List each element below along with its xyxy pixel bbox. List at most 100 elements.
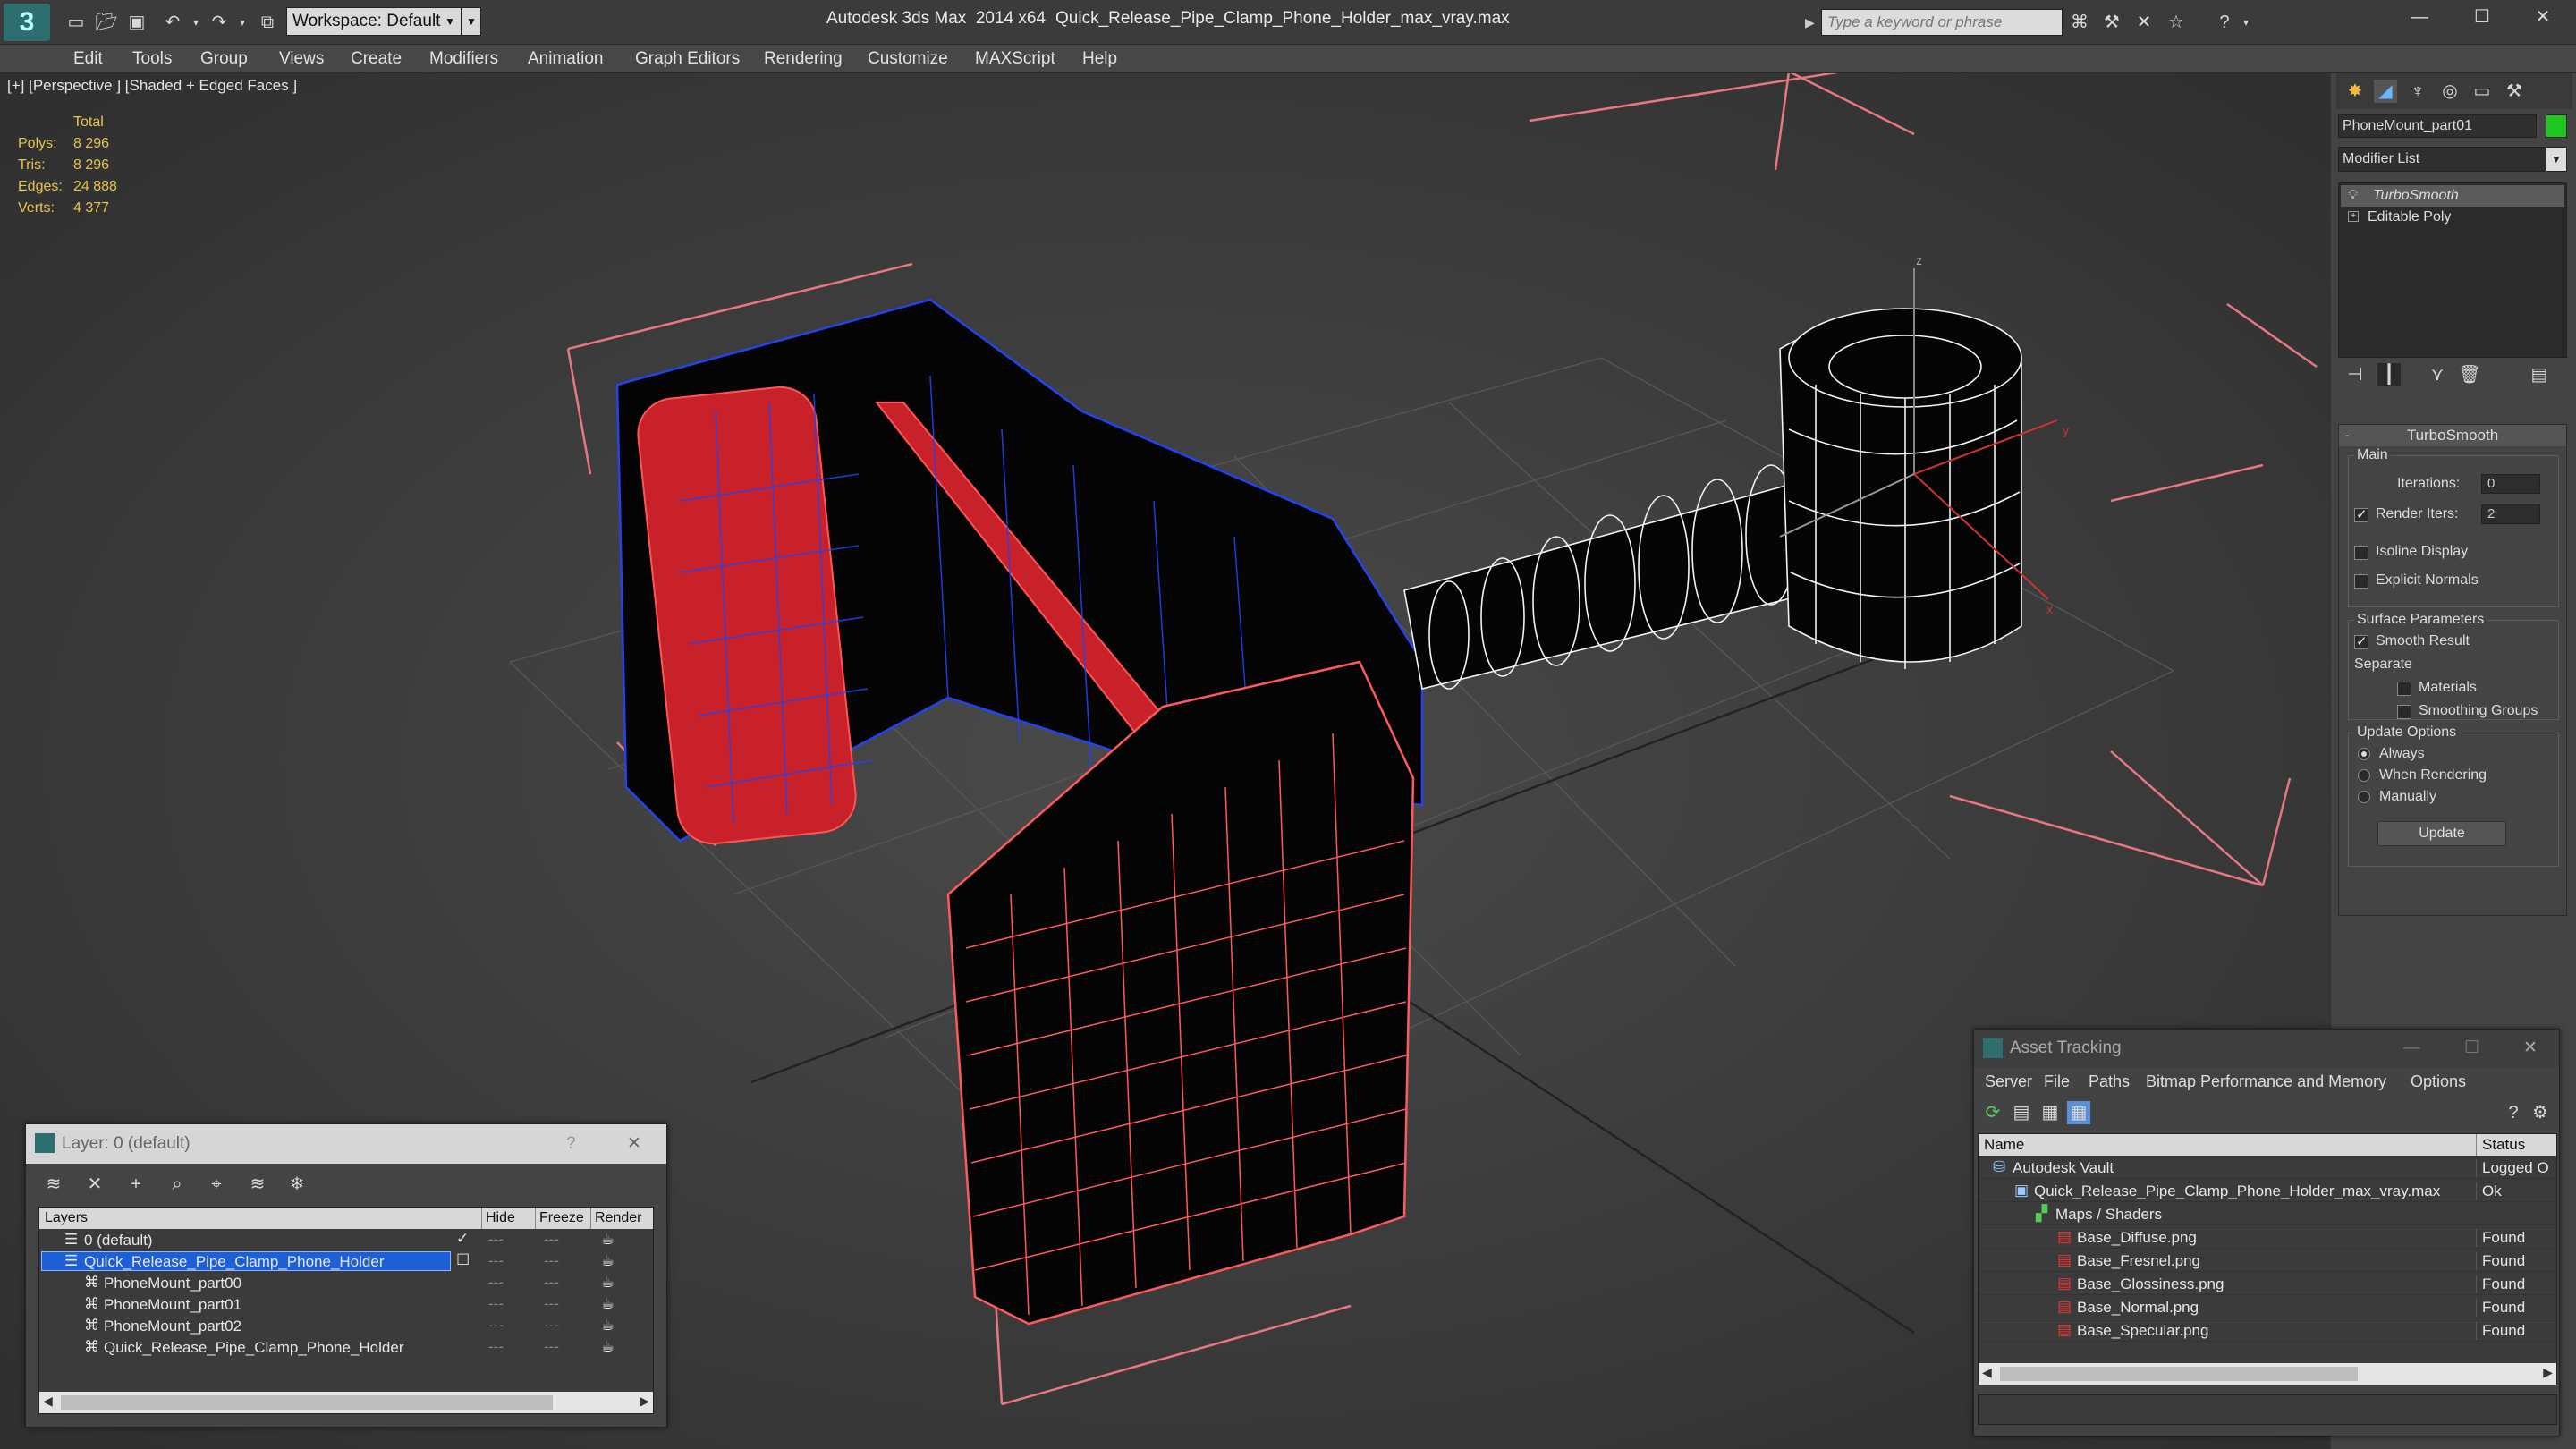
asset-tracking-titlebar[interactable]: Asset Tracking — ☐ ✕ [1974, 1030, 2559, 1067]
undo-icon[interactable]: ↶ [161, 11, 184, 34]
layer-row[interactable]: ⌘ PhoneMount_part02 --- --- ☕︎ [39, 1315, 653, 1336]
active-layer-check-icon[interactable]: ✓ [456, 1230, 469, 1248]
column-header-render[interactable]: Render [590, 1208, 653, 1229]
scroll-right-icon[interactable]: ▶ [640, 1394, 649, 1409]
asset-status-field[interactable] [1978, 1394, 2557, 1425]
delete-layer-icon[interactable]: ✕ [83, 1173, 106, 1196]
close-icon[interactable]: ✕ [2523, 1030, 2538, 1067]
rollout-header[interactable]: - TurboSmooth [2339, 425, 2566, 446]
render-teapot-icon[interactable]: ☕︎ [601, 1252, 614, 1270]
freeze-toggle[interactable]: --- [544, 1317, 559, 1335]
add-to-layer-icon[interactable]: + [124, 1173, 148, 1196]
hierarchy-tab-icon[interactable]: ♆ [2406, 80, 2429, 103]
project-folder-icon[interactable]: ⧉ [256, 11, 279, 34]
scroll-thumb[interactable] [2000, 1367, 2358, 1381]
select-objects-icon[interactable]: ⌕ [165, 1173, 189, 1196]
asset-row[interactable]: ▤ Base_Normal.png Found [1979, 1295, 2556, 1318]
asset-row[interactable]: ▤ Base_Glossiness.png Found [1979, 1272, 2556, 1295]
stack-item-turbosmooth[interactable]: 💡︎ TurboSmooth [2341, 185, 2564, 207]
highlight-layer-icon[interactable]: ⌖ [205, 1173, 228, 1196]
search-input[interactable] [1821, 9, 2063, 36]
layer-window-titlebar[interactable]: Layer: 0 (default) ? ✕ [26, 1124, 666, 1164]
scroll-right-icon[interactable]: ▶ [2543, 1365, 2553, 1380]
scroll-left-icon[interactable]: ◀ [43, 1394, 53, 1409]
menu-maxscript[interactable]: MAXScript [975, 45, 1055, 73]
layer-help-icon[interactable]: ? [566, 1124, 576, 1164]
hide-toggle[interactable]: --- [488, 1295, 504, 1313]
refresh-icon[interactable]: ⟳ [1981, 1101, 2004, 1124]
display-tab-icon[interactable]: ▭ [2470, 80, 2494, 103]
asset-help-icon[interactable]: ? [2502, 1101, 2525, 1124]
modifier-list-dropdown[interactable]: Modifier List ▼ [2338, 147, 2567, 172]
maximize-icon[interactable]: ☐ [2464, 1030, 2479, 1067]
render-teapot-icon[interactable]: ☕︎ [601, 1231, 614, 1249]
undo-dropdown-icon[interactable]: ▾ [184, 11, 208, 34]
viewport-label[interactable]: [+] [Perspective ] [Shaded + Edged Faces… [7, 77, 297, 95]
remove-modifier-icon[interactable]: 🗑︎ [2458, 363, 2481, 386]
help-dropdown-icon[interactable]: ▾ [2234, 11, 2258, 34]
configure-sets-icon[interactable]: ▤ [2528, 363, 2551, 386]
asset-menu-paths[interactable]: Paths [2089, 1069, 2130, 1094]
freeze-toggle[interactable]: --- [544, 1274, 559, 1292]
save-icon[interactable]: ▣ [125, 11, 148, 34]
favorites-star-icon[interactable]: ☆ [2165, 11, 2188, 34]
asset-row[interactable]: ▣ Quick_Release_Pipe_Clamp_Phone_Holder_m… [1979, 1179, 2556, 1202]
search-expand-icon[interactable]: ▶ [1805, 11, 1819, 34]
maximize-icon[interactable]: ☐ [2469, 5, 2496, 29]
horizontal-scrollbar[interactable]: ◀ ▶ [1979, 1363, 2556, 1385]
column-header-layers[interactable]: Layers [45, 1208, 88, 1229]
menu-group[interactable]: Group [200, 45, 248, 73]
communication-icon[interactable]: ✕ [2132, 11, 2156, 34]
asset-menu-file[interactable]: File [2044, 1069, 2070, 1094]
app-logo-icon[interactable]: 3 [4, 4, 50, 41]
layer-row[interactable]: ⌘ Quick_Release_Pipe_Clamp_Phone_Holder … [39, 1336, 653, 1358]
redo-dropdown-icon[interactable]: ▾ [231, 11, 254, 34]
menu-tools[interactable]: Tools [132, 45, 172, 73]
freeze-toggle[interactable]: --- [544, 1295, 559, 1313]
freeze-all-layers-icon[interactable]: ❄ [285, 1173, 309, 1196]
lightbulb-icon[interactable]: 💡︎ [2348, 185, 2358, 207]
menu-edit[interactable]: Edit [73, 45, 103, 73]
close-icon[interactable]: ✕ [627, 1124, 641, 1164]
when-rendering-radio[interactable] [2358, 769, 2370, 782]
make-current-box-icon[interactable]: ☐ [456, 1251, 470, 1269]
expand-plus-icon[interactable]: + [2348, 211, 2359, 222]
layer-row[interactable]: ⌘ PhoneMount_part01 --- --- ☕︎ [39, 1293, 653, 1315]
update-button[interactable]: Update [2377, 821, 2506, 846]
asset-row[interactable]: ▤ Base_Fresnel.png Found [1979, 1249, 2556, 1272]
column-header-hide[interactable]: Hide [481, 1208, 535, 1229]
smoothing-groups-checkbox[interactable] [2397, 705, 2411, 719]
scroll-left-icon[interactable]: ◀ [1982, 1365, 1992, 1380]
hide-toggle[interactable]: --- [488, 1231, 504, 1249]
minimize-icon[interactable]: — [2406, 5, 2433, 29]
layer-row-selected[interactable]: ☰ Quick_Release_Pipe_Clamp_Phone_Holder … [39, 1250, 653, 1272]
always-radio[interactable] [2358, 748, 2370, 760]
grid-view-icon[interactable]: ▦ [2067, 1101, 2090, 1124]
explicit-normals-checkbox[interactable] [2354, 574, 2368, 589]
asset-menu-server[interactable]: Server [1985, 1069, 2032, 1094]
menu-graph-editors[interactable]: Graph Editors [635, 45, 740, 73]
column-header-status[interactable]: Status [2476, 1134, 2556, 1156]
list-view-icon[interactable]: ▤ [2010, 1101, 2033, 1124]
make-unique-icon[interactable]: ⋎ [2426, 363, 2449, 386]
binoculars-icon[interactable]: ⌘ [2068, 11, 2091, 34]
asset-row[interactable]: ▤ Base_Specular.png Found [1979, 1318, 2556, 1342]
render-teapot-icon[interactable]: ☕︎ [601, 1295, 614, 1313]
asset-settings-icon[interactable]: ⚙ [2529, 1101, 2552, 1124]
isoline-display-checkbox[interactable] [2354, 546, 2368, 560]
menu-views[interactable]: Views [279, 45, 324, 73]
asset-menu-bitmap-performance[interactable]: Bitmap Performance and Memory [2146, 1069, 2386, 1094]
menu-rendering[interactable]: Rendering [764, 45, 843, 73]
menu-modifiers[interactable]: Modifiers [429, 45, 498, 73]
asset-menu-options[interactable]: Options [2411, 1069, 2466, 1094]
render-teapot-icon[interactable]: ☕︎ [601, 1338, 614, 1356]
stack-item-editable-poly[interactable]: + Editable Poly [2341, 207, 2564, 228]
asset-row[interactable]: ⛁ Autodesk Vault Logged O [1979, 1156, 2556, 1179]
render-teapot-icon[interactable]: ☕︎ [601, 1317, 614, 1335]
hide-toggle[interactable]: --- [488, 1338, 504, 1356]
help-icon[interactable]: ? [2213, 11, 2236, 34]
motion-tab-icon[interactable]: ◎ [2438, 80, 2462, 103]
scroll-thumb[interactable] [61, 1395, 553, 1410]
hide-toggle[interactable]: --- [488, 1317, 504, 1335]
utilities-tab-icon[interactable]: ⚒ [2503, 80, 2526, 103]
